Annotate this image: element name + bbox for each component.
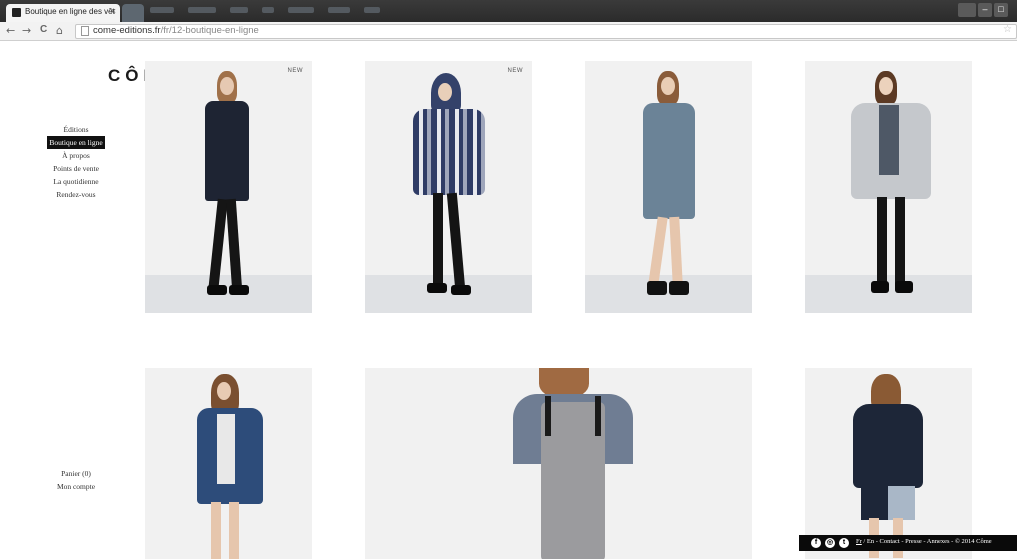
product-card[interactable]: [145, 368, 312, 559]
minimize-button[interactable]: –: [978, 3, 992, 17]
reload-icon[interactable]: C: [40, 24, 47, 35]
new-tab-button[interactable]: [122, 4, 144, 22]
new-badge: NEW: [287, 68, 303, 74]
url-domain: come-editions.fr: [93, 25, 161, 36]
photo-floor: [805, 275, 972, 313]
product-card[interactable]: NEW: [145, 61, 312, 313]
product-card[interactable]: [365, 368, 752, 559]
browser-toolbar: ← → C ⌂ come-editions.fr/fr/12-boutique-…: [0, 22, 1017, 41]
account-link[interactable]: Mon compte: [40, 480, 112, 493]
url-text[interactable]: come-editions.fr/fr/12-boutique-en-ligne: [93, 25, 259, 36]
bookmark-item[interactable]: [188, 7, 216, 13]
address-bar[interactable]: come-editions.fr/fr/12-boutique-en-ligne…: [75, 24, 1017, 39]
page-icon: [81, 26, 89, 36]
facebook-icon[interactable]: f: [811, 538, 821, 548]
bookmarks-bar: [150, 7, 380, 13]
main-menu: Éditions Boutique en ligne À propos Poin…: [40, 123, 112, 201]
footer-nav-links[interactable]: - Contact - Presse - Annexes - © 2014 Cô…: [874, 538, 992, 545]
browser-titlebar: Boutique en ligne des vêt × – □: [0, 0, 1017, 22]
menu-item-editions[interactable]: Éditions: [40, 123, 112, 136]
menu-item-points-de-vente[interactable]: Points de vente: [40, 162, 112, 175]
browser-tab[interactable]: Boutique en ligne des vêt ×: [6, 4, 120, 22]
menu-item-quotidienne[interactable]: La quotidienne: [40, 175, 112, 188]
bookmark-star-icon[interactable]: ☆: [1003, 24, 1012, 35]
window-menu-button[interactable]: [958, 3, 976, 17]
twitter-icon[interactable]: t: [839, 538, 849, 548]
product-card[interactable]: [805, 61, 972, 313]
cart-link[interactable]: Panier (0): [40, 467, 112, 480]
product-card[interactable]: [585, 61, 752, 313]
bookmark-item[interactable]: [364, 7, 380, 13]
instagram-icon[interactable]: ◎: [825, 538, 835, 548]
forward-icon[interactable]: →: [22, 24, 31, 37]
account-menu: Panier (0) Mon compte: [40, 467, 112, 493]
footer-bar: f ◎ t Fr / En - Contact - Presse - Annex…: [799, 535, 1017, 551]
url-path: /fr/12-boutique-en-ligne: [160, 25, 259, 36]
favicon-icon: [12, 8, 21, 17]
home-icon[interactable]: ⌂: [56, 24, 63, 37]
bookmark-item[interactable]: [262, 7, 274, 13]
product-card[interactable]: NEW: [365, 61, 532, 313]
bookmark-item[interactable]: [150, 7, 174, 13]
footer-links: Fr / En - Contact - Presse - Annexes - ©…: [856, 538, 992, 545]
tab-title: Boutique en ligne des vêt: [25, 7, 115, 16]
bookmark-item[interactable]: [230, 7, 248, 13]
photo-floor: [585, 275, 752, 313]
close-tab-icon[interactable]: ×: [111, 6, 116, 16]
bookmark-item[interactable]: [328, 7, 350, 13]
lang-en-link[interactable]: En: [867, 538, 874, 545]
photo-floor: [145, 275, 312, 313]
photo-floor: [365, 275, 532, 313]
menu-item-rendez-vous[interactable]: Rendez-vous: [40, 188, 112, 201]
maximize-button[interactable]: □: [994, 3, 1008, 17]
back-icon[interactable]: ←: [6, 24, 15, 37]
new-badge: NEW: [507, 68, 523, 74]
menu-item-a-propos[interactable]: À propos: [40, 149, 112, 162]
product-card[interactable]: [805, 368, 972, 559]
bookmark-item[interactable]: [288, 7, 314, 13]
menu-item-boutique[interactable]: Boutique en ligne: [47, 136, 105, 149]
